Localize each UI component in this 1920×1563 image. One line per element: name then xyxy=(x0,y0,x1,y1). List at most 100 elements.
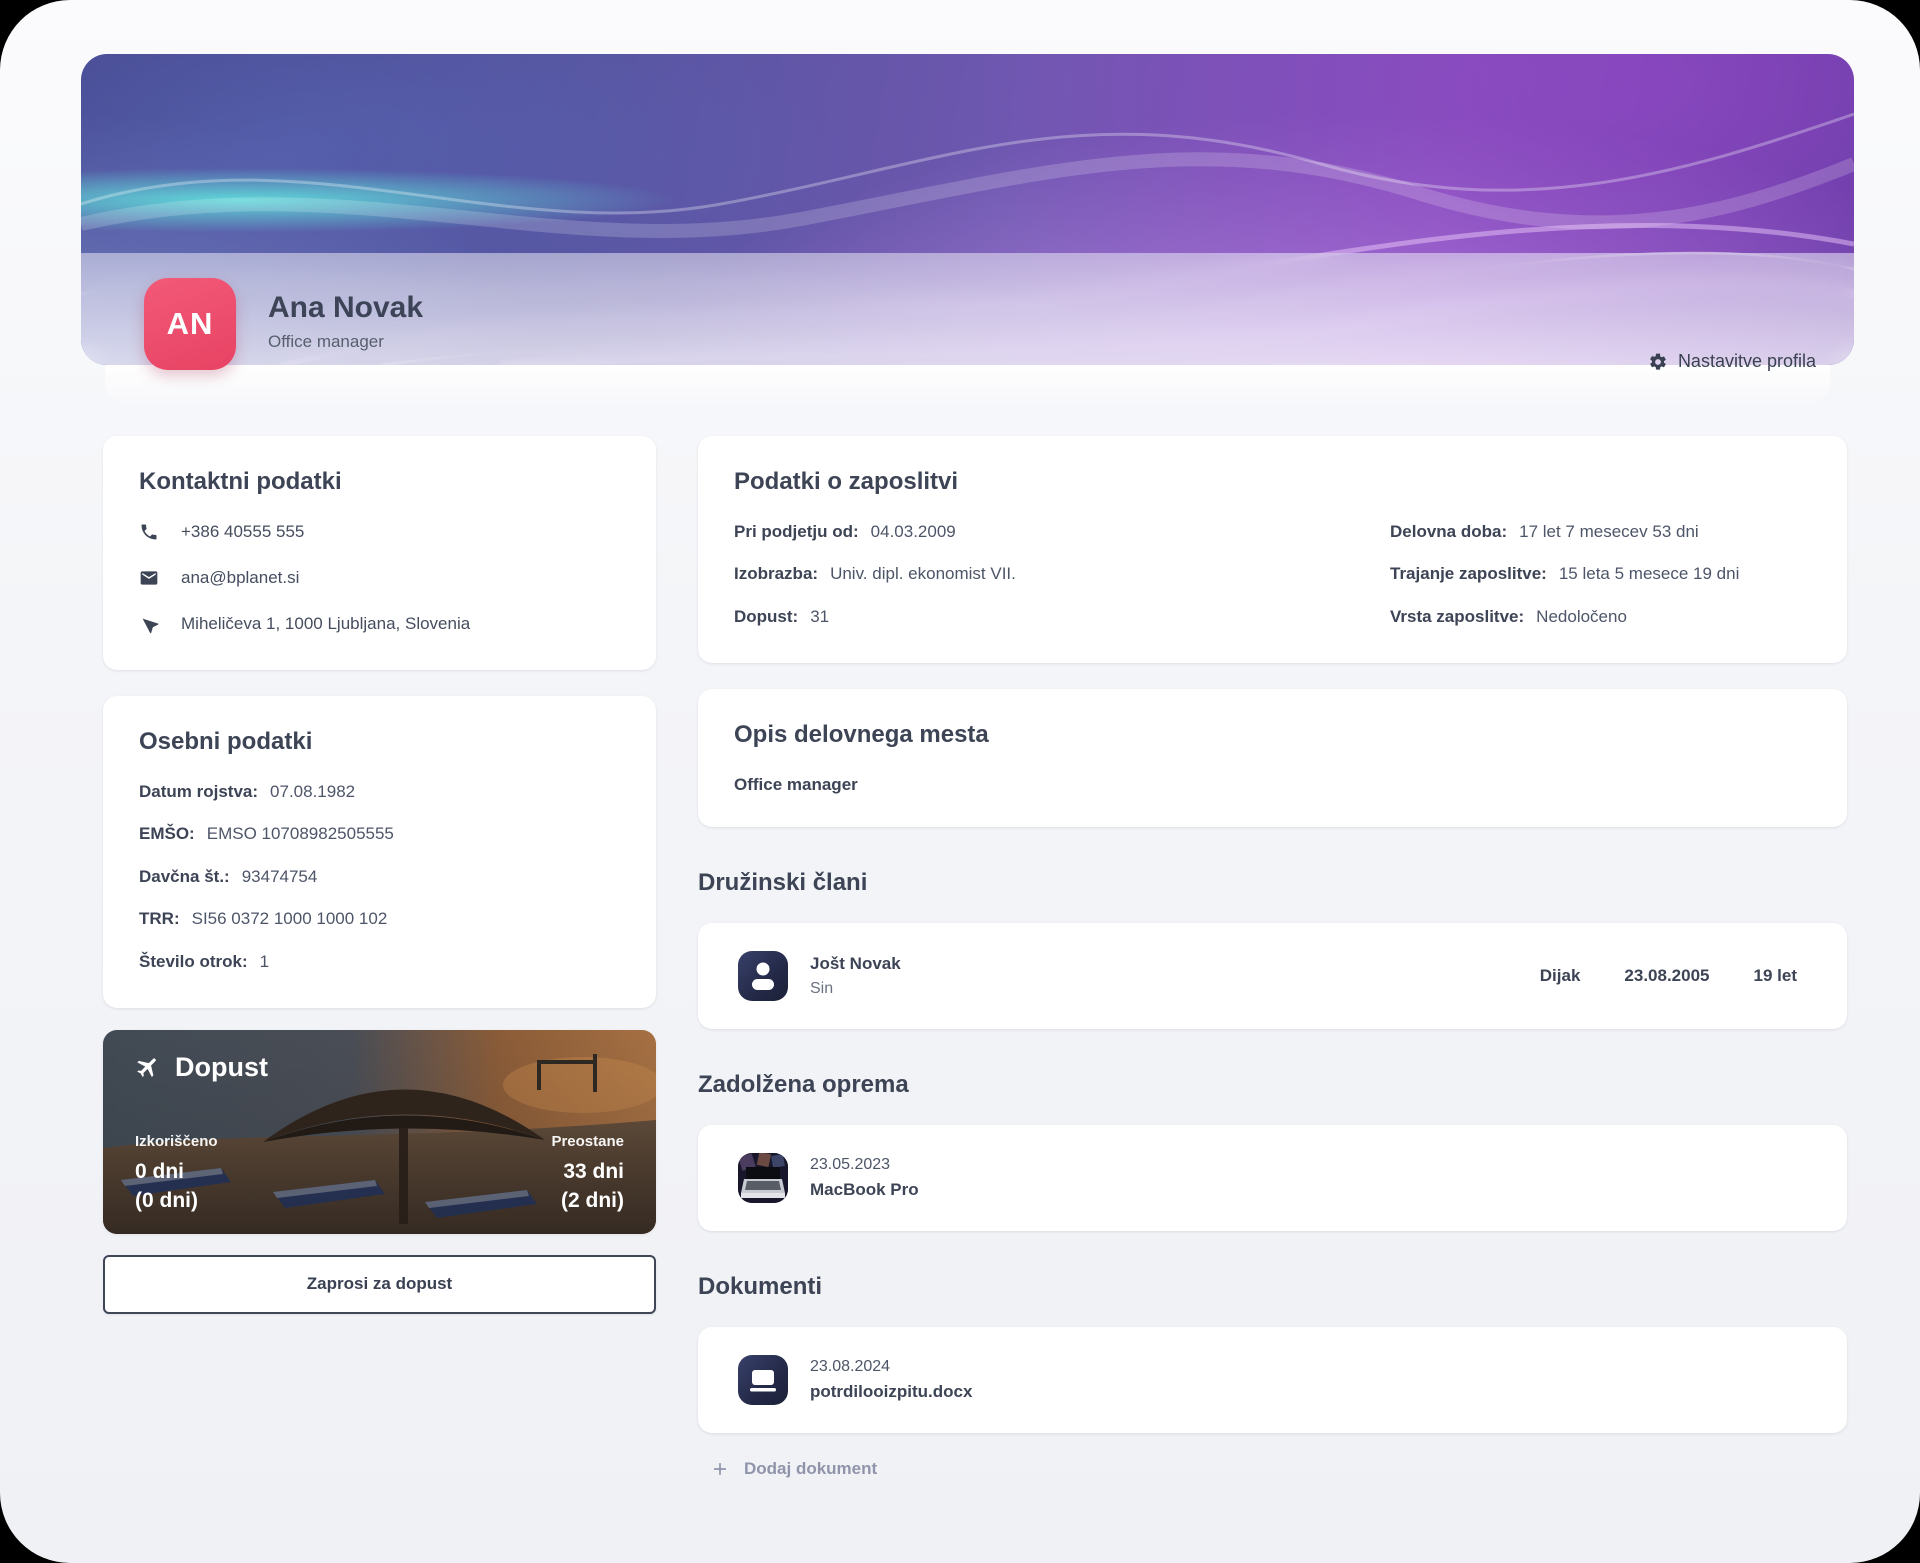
contact-phone-value: +386 40555 555 xyxy=(181,522,304,542)
employee-role: Office manager xyxy=(268,332,423,352)
person-icon xyxy=(738,951,788,1001)
document-glyph xyxy=(738,1355,788,1405)
personal-card-title: Osebni podatki xyxy=(139,728,620,756)
employment-left: Pri podjetju od: 04.03.2009 Izobrazba: U… xyxy=(734,522,1390,631)
employment-card: Podatki o zaposlitvi Pri podjetju od: 04… xyxy=(698,436,1847,663)
contact-card-title: Kontaktni podatki xyxy=(139,468,620,496)
phone-icon xyxy=(139,522,159,542)
vacation-used-label: Izkoriščeno xyxy=(135,1133,218,1150)
profile-header: AN Ana Novak Office manager Nastavitve p… xyxy=(81,54,1854,370)
field-value: 93474754 xyxy=(242,867,318,887)
employee-name-block: Ana Novak Office manager xyxy=(268,291,423,352)
vacation-title: Dopust xyxy=(175,1052,268,1083)
family-member-main: Jošt Novak Sin xyxy=(810,954,901,998)
document-icon xyxy=(738,1355,788,1405)
left-column: Kontaktni podatki +386 40555 555 ana@bpl… xyxy=(103,436,656,1314)
family-member-birthdate: 23.08.2005 xyxy=(1624,966,1709,986)
family-member-name: Jošt Novak xyxy=(810,954,901,974)
family-member-relation: Sin xyxy=(810,980,901,998)
field-value: 17 let 7 mesecev 53 dni xyxy=(1519,522,1699,542)
family-section-title: Družinski člani xyxy=(698,869,1847,897)
personal-field: Datum rojstva: 07.08.1982 xyxy=(139,782,620,802)
document-date: 23.08.2024 xyxy=(810,1358,972,1376)
employment-right: Delovna doba: 17 let 7 mesecev 53 dni Tr… xyxy=(1390,522,1811,631)
vacation-remaining-label: Preostane xyxy=(551,1133,624,1150)
contact-address-value: Miheličeva 1, 1000 Ljubljana, Slovenia xyxy=(181,614,470,634)
equipment-section-title: Zadolžena oprema xyxy=(698,1071,1847,1099)
vacation-used-days: 0 dni xyxy=(135,1158,218,1187)
family-member-meta: Dijak 23.08.2005 19 let xyxy=(1540,966,1797,986)
document-name: potrdilooizpitu.docx xyxy=(810,1382,972,1402)
personal-field: Število otrok: 1 xyxy=(139,952,620,972)
field-label: Delovna doba: xyxy=(1390,522,1507,542)
equipment-date: 23.05.2023 xyxy=(810,1156,919,1174)
document-main: 23.08.2024 potrdilooizpitu.docx xyxy=(810,1358,972,1402)
field-label: Davčna št.: xyxy=(139,867,230,887)
employment-grid: Pri podjetju od: 04.03.2009 Izobrazba: U… xyxy=(734,522,1811,631)
contact-email-value: ana@bplanet.si xyxy=(181,568,299,588)
employment-field: Delovna doba: 17 let 7 mesecev 53 dni xyxy=(1390,522,1811,542)
avatar: AN xyxy=(144,278,236,370)
vacation-title-row: Dopust xyxy=(135,1052,268,1083)
gear-icon xyxy=(1648,352,1668,372)
job-description-text: Office manager xyxy=(734,775,1811,795)
employment-field: Trajanje zaposlitve: 15 leta 5 mesece 19… xyxy=(1390,564,1811,584)
laptop-photo-glyph xyxy=(738,1153,788,1203)
field-value: 1 xyxy=(260,952,269,972)
field-value: 04.03.2009 xyxy=(871,522,956,542)
vacation-remaining-block: Preostane 33 dni (2 dni) xyxy=(551,1133,624,1216)
vacation-remaining-days: 33 dni xyxy=(551,1158,624,1187)
personal-field: EMŠO: EMSO 10708982505555 xyxy=(139,824,620,844)
family-member-status: Dijak xyxy=(1540,966,1581,986)
field-label: Vrsta zaposlitve: xyxy=(1390,607,1524,627)
header-shadow xyxy=(105,365,1830,407)
contact-email-row: ana@bplanet.si xyxy=(139,568,620,588)
email-icon xyxy=(139,568,159,588)
vacation-remaining-extra: (2 dni) xyxy=(551,1187,624,1216)
page-title: Ana Novak xyxy=(268,291,423,325)
field-label: Pri podjetju od: xyxy=(734,522,859,542)
employment-field: Pri podjetju od: 04.03.2009 xyxy=(734,522,1390,542)
person-glyph xyxy=(738,951,788,1001)
content-area: Kontaktni podatki +386 40555 555 ana@bpl… xyxy=(103,436,1847,1479)
right-column: Podatki o zaposlitvi Pri podjetju od: 04… xyxy=(698,436,1847,1479)
add-document-button[interactable]: Dodaj dokument xyxy=(710,1459,1847,1479)
equipment-name: MacBook Pro xyxy=(810,1180,919,1200)
contact-card: Kontaktni podatki +386 40555 555 ana@bpl… xyxy=(103,436,656,670)
field-value: Univ. dipl. ekonomist VII. xyxy=(830,564,1016,584)
field-label: Izobrazba: xyxy=(734,564,818,584)
personal-card: Osebni podatki Datum rojstva: 07.08.1982… xyxy=(103,696,656,1008)
macbook-thumbnail xyxy=(738,1153,788,1203)
family-member-age: 19 let xyxy=(1754,966,1797,986)
field-value: 31 xyxy=(810,607,829,627)
personal-field: TRR: SI56 0372 1000 1000 102 xyxy=(139,909,620,929)
contact-address-row: Miheličeva 1, 1000 Ljubljana, Slovenia xyxy=(139,614,620,634)
employment-field: Vrsta zaposlitve: Nedoločeno xyxy=(1390,607,1811,627)
field-value: 15 leta 5 mesece 19 dni xyxy=(1559,564,1740,584)
profile-settings-button[interactable]: Nastavitve profila xyxy=(1648,351,1816,372)
location-icon xyxy=(139,614,159,634)
plus-icon xyxy=(710,1459,730,1479)
documents-section-title: Dokumenti xyxy=(698,1273,1847,1301)
field-label: Datum rojstva: xyxy=(139,782,258,802)
plane-icon xyxy=(135,1054,161,1080)
avatar-initials: AN xyxy=(167,306,214,342)
contact-phone-row: +386 40555 555 xyxy=(139,522,620,542)
field-label: Število otrok: xyxy=(139,952,248,972)
document-row[interactable]: 23.08.2024 potrdilooizpitu.docx xyxy=(698,1327,1847,1433)
add-document-label: Dodaj dokument xyxy=(744,1459,877,1479)
vacation-used-extra: (0 dni) xyxy=(135,1187,218,1216)
employment-field: Dopust: 31 xyxy=(734,607,1390,627)
employment-field: Izobrazba: Univ. dipl. ekonomist VII. xyxy=(734,564,1390,584)
field-value: Nedoločeno xyxy=(1536,607,1627,627)
field-label: TRR: xyxy=(139,909,180,929)
equipment-row[interactable]: 23.05.2023 MacBook Pro xyxy=(698,1125,1847,1231)
employment-card-title: Podatki o zaposlitvi xyxy=(734,468,1811,496)
profile-settings-label: Nastavitve profila xyxy=(1678,351,1816,372)
personal-field: Davčna št.: 93474754 xyxy=(139,867,620,887)
request-vacation-button[interactable]: Zaprosi za dopust xyxy=(103,1255,656,1314)
family-member-row[interactable]: Jošt Novak Sin Dijak 23.08.2005 19 let xyxy=(698,923,1847,1029)
field-label: Trajanje zaposlitve: xyxy=(1390,564,1547,584)
field-value: 07.08.1982 xyxy=(270,782,355,802)
job-description-title: Opis delovnega mesta xyxy=(734,721,1811,749)
